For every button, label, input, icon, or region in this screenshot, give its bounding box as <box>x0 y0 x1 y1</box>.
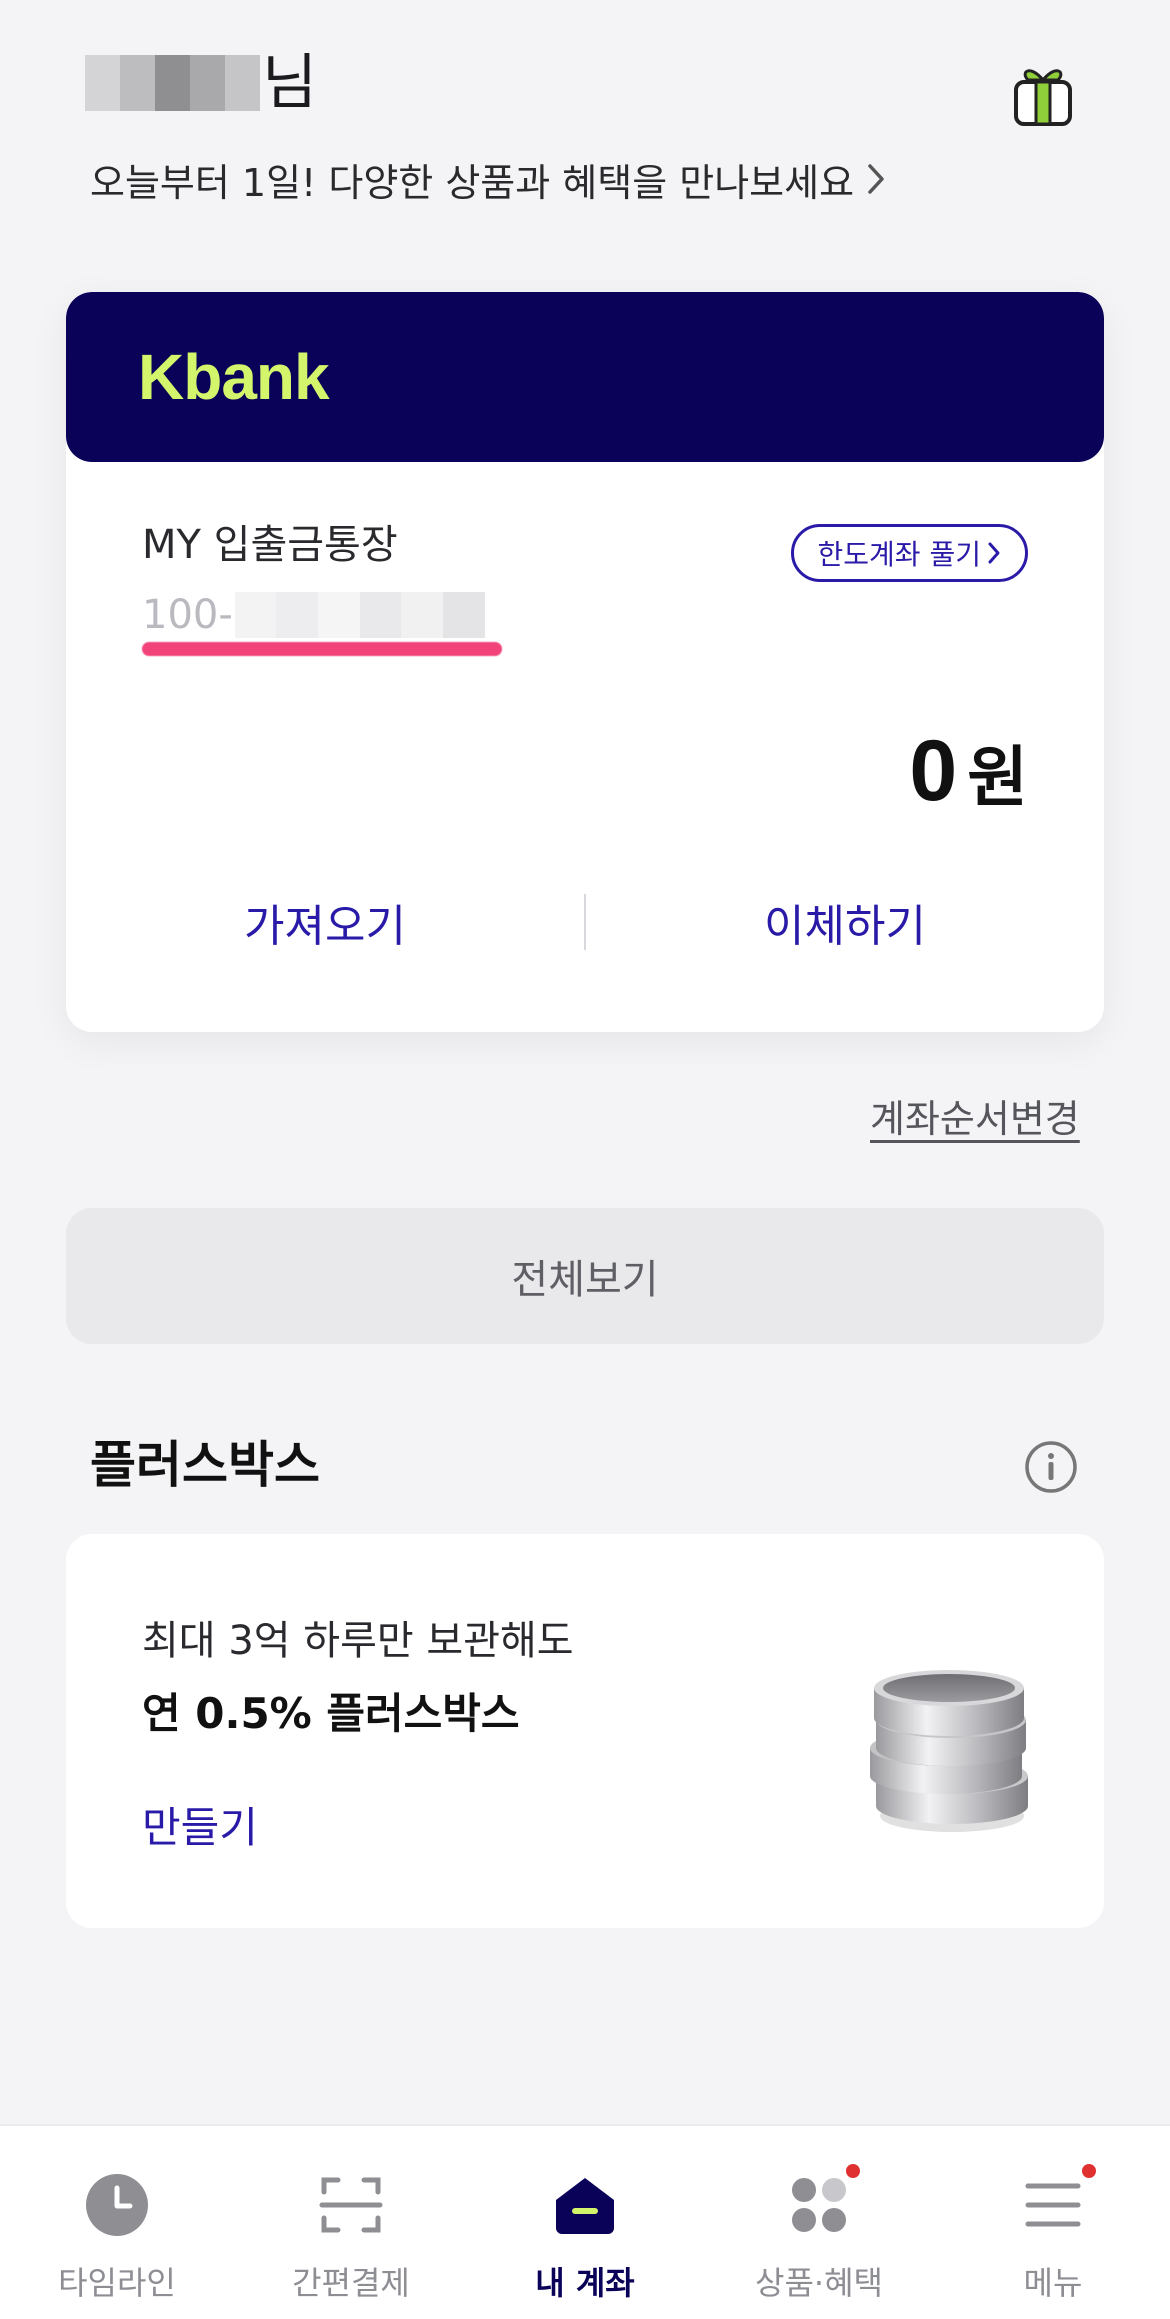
greeting-banner-link[interactable]: 오늘부터 1일! 다양한 상품과 혜택을 만나보세요 <box>90 158 886 208</box>
tab-label: 타임라인 <box>58 2264 176 2302</box>
tab-my-account[interactable]: 내 계좌 <box>468 2126 702 2319</box>
notification-dot <box>846 2164 860 2178</box>
chevron-right-icon <box>866 158 886 208</box>
tab-easy-pay[interactable]: 간편결제 <box>234 2126 468 2319</box>
account-balance: 0 원 <box>909 722 1028 821</box>
grid-dots-icon <box>784 2164 860 2240</box>
limit-release-label: 한도계좌 풀기 <box>817 538 981 571</box>
tab-products-benefits[interactable]: 상품·혜택 <box>702 2126 936 2319</box>
account-actions: 가져오기 이체하기 <box>66 882 1104 962</box>
tab-label: 간편결제 <box>292 2264 410 2302</box>
user-name-redacted <box>85 55 260 111</box>
plus-box-make-button[interactable]: 만들기 <box>142 1794 258 1855</box>
clock-icon <box>82 2170 152 2240</box>
balance-amount: 0 <box>909 723 958 819</box>
account-card[interactable]: Kbank MY 입출금통장 한도계좌 풀기 100- 0 원 가져오기 이체하… <box>66 292 1104 1032</box>
transfer-button[interactable]: 이체하기 <box>586 890 1104 954</box>
greeting-text: 오늘부터 1일! 다양한 상품과 혜택을 만나보세요 <box>90 161 855 205</box>
tab-menu[interactable]: 메뉴 <box>936 2126 1170 2319</box>
chevron-right-icon <box>988 542 1000 564</box>
highlight-underline <box>142 642 502 656</box>
bank-logo: Kbank <box>138 341 330 413</box>
user-name-suffix: 님 <box>262 48 318 118</box>
scan-icon <box>316 2170 386 2240</box>
plus-box-rate: 연 0.5% 플러스박스 <box>142 1689 520 1738</box>
info-icon[interactable] <box>1024 1440 1078 1494</box>
account-number-redacted <box>234 592 485 638</box>
plus-box-description: 최대 3억 하루만 보관해도 <box>142 1618 574 1664</box>
account-card-header: Kbank <box>66 292 1104 462</box>
gift-icon[interactable] <box>1010 58 1076 130</box>
limit-release-button[interactable]: 한도계좌 풀기 <box>790 524 1028 582</box>
plus-box-card[interactable]: 최대 3억 하루만 보관해도 연 0.5% 플러스박스 만들기 <box>66 1534 1104 1928</box>
bottom-tab-bar: 타임라인 간편결제 내 계좌 상품·혜택 메뉴 <box>0 2124 1170 2319</box>
reorder-accounts-link[interactable]: 계좌순서변경 <box>870 1088 1080 1143</box>
tab-label: 메뉴 <box>1023 2264 1083 2302</box>
balance-unit: 원 <box>967 739 1028 816</box>
tab-label: 상품·혜택 <box>755 2264 883 2302</box>
tab-label: 내 계좌 <box>535 2264 635 2302</box>
account-number-prefix: 100- <box>142 592 233 638</box>
notification-dot <box>1082 2164 1096 2178</box>
menu-icon <box>1018 2164 1096 2240</box>
coin-stack-icon <box>846 1644 1046 1844</box>
account-name: MY 입출금통장 <box>142 522 398 568</box>
account-number: 100- <box>142 590 485 640</box>
fetch-money-button[interactable]: 가져오기 <box>66 890 584 954</box>
plus-box-section-title: 플러스박스 <box>90 1436 320 1494</box>
home-icon <box>550 2170 620 2240</box>
tab-timeline[interactable]: 타임라인 <box>0 2126 234 2319</box>
view-all-button[interactable]: 전체보기 <box>66 1208 1104 1344</box>
